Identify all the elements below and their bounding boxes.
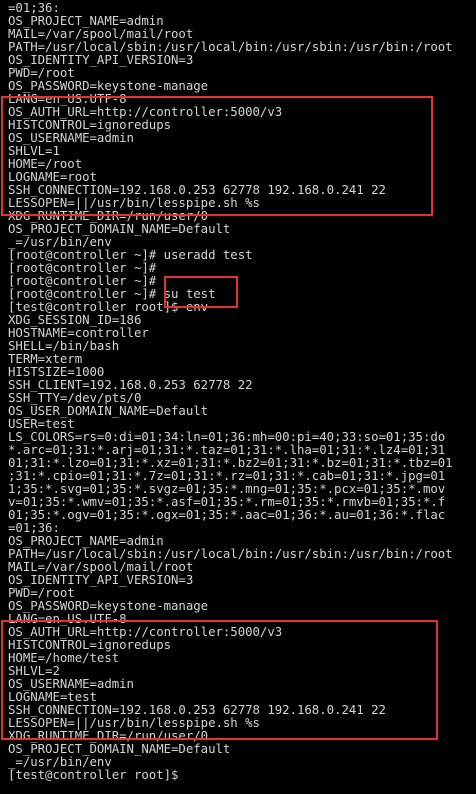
terminal-window[interactable]: =01;36: OS_PROJECT_NAME=admin MAIL=/var/… <box>0 0 476 794</box>
shell-prompt-line: [test@controller root]$ <box>8 767 179 782</box>
terminal-line: 01;35:*.ogv=01;35:*.ogx=01;35:*.aac=01;3… <box>8 507 446 522</box>
